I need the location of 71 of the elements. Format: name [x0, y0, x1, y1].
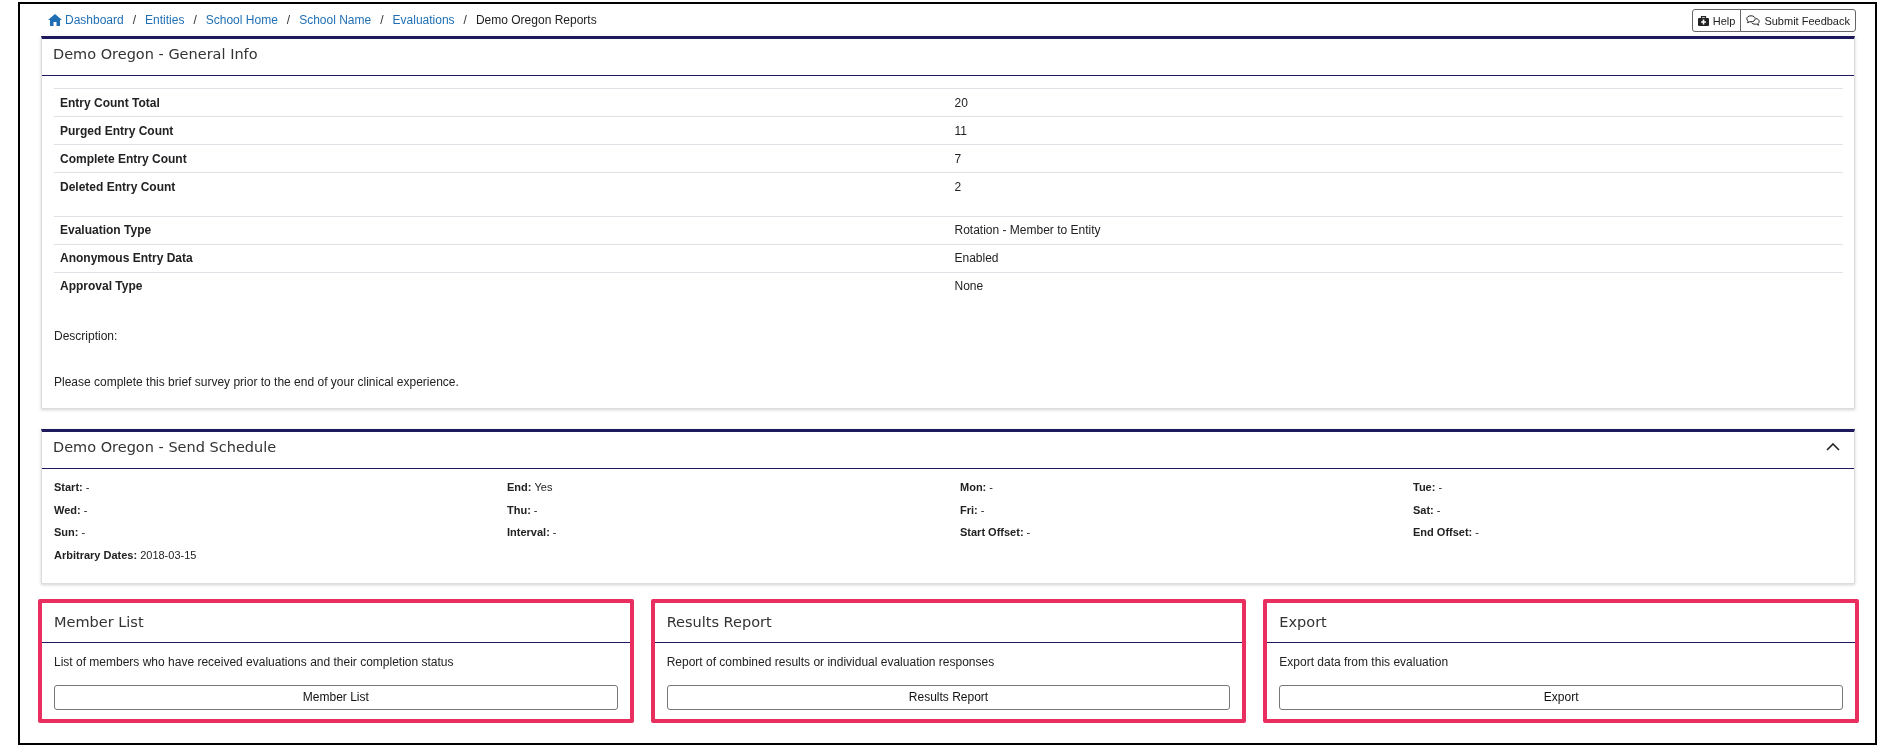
speech-bubbles-icon [1746, 15, 1761, 26]
field-label: Complete Entry Count [54, 144, 949, 173]
feedback-button[interactable]: Submit Feedback [1740, 9, 1856, 32]
field-value: 7 [948, 144, 1843, 173]
field-label: Purged Entry Count [54, 116, 949, 145]
field-value: Enabled [948, 244, 1843, 272]
breadcrumb-separator: / [462, 13, 468, 27]
chevron-up-icon [1826, 443, 1840, 451]
field-label: Approval Type [54, 272, 949, 300]
breadcrumb-separator: / [285, 13, 292, 27]
schedule-label: Start Offset: [960, 526, 1024, 538]
schedule-value: - [85, 481, 90, 493]
field-label: Anonymous Entry Data [54, 244, 949, 272]
schedule-label: Sat: [1413, 503, 1434, 516]
schedule-value: - [989, 481, 993, 493]
schedule-value: - [81, 526, 86, 538]
schedule-label: Start: [54, 481, 83, 493]
schedule-value: - [1475, 526, 1479, 538]
breadcrumb-link[interactable]: Evaluations [392, 13, 455, 27]
description-text: Please complete this brief survey prior to the end of your clinical experience. [54, 375, 460, 389]
schedule-label: Fri: [960, 503, 978, 516]
schedule-label: Thu: [507, 503, 531, 516]
card-title: Results Report [666, 612, 773, 631]
field-value: 2 [948, 172, 1843, 201]
breadcrumb-separator: / [379, 13, 385, 27]
schedule-label: Mon: [960, 481, 987, 493]
field-label: Deleted Entry Count [54, 172, 949, 201]
schedule-value: - [83, 503, 88, 516]
schedule-value: - [1438, 481, 1443, 493]
description-label: Description: [54, 329, 119, 343]
schedule-label: Sun: [54, 526, 79, 538]
action-button[interactable]: Export [1279, 684, 1843, 710]
schedule-label: Tue: [1413, 481, 1436, 493]
schedule-value: Yes [534, 481, 553, 493]
field-label: Entry Count Total [54, 88, 949, 117]
breadcrumb-current: Demo Oregon Reports [475, 13, 597, 27]
schedule-label: Arbitrary Dates: [54, 548, 138, 561]
medkit-icon [1697, 15, 1709, 26]
breadcrumb-link[interactable]: School Name [299, 13, 372, 27]
action-button[interactable]: Member List [54, 684, 618, 710]
breadcrumb-link[interactable]: School Home [205, 13, 278, 27]
card-description: Report of combined results or individual evaluation responses [666, 654, 996, 669]
schedule-value: - [980, 503, 985, 516]
action-button[interactable]: Results Report [666, 684, 1231, 710]
card-title: Member List [54, 612, 145, 631]
schedule-label: End: [507, 481, 532, 493]
schedule-label: End Offset: [1413, 526, 1473, 538]
field-value: Rotation - Member to Entity [948, 216, 1843, 244]
breadcrumb-link[interactable]: Entities [145, 13, 185, 27]
card-description: List of members who have received evaluations and their completion status [54, 654, 455, 669]
field-value: None [948, 272, 1843, 300]
field-value: 11 [948, 116, 1843, 145]
collapse-button[interactable] [1826, 443, 1840, 451]
home-icon [48, 14, 62, 26]
schedule-value: - [533, 503, 538, 516]
card-title: Export [1279, 612, 1328, 631]
schedule-value: - [552, 526, 557, 538]
schedule-label: Wed: [54, 503, 81, 516]
breadcrumb-separator: / [192, 13, 198, 27]
help-button[interactable]: Help [1691, 9, 1742, 32]
schedule-value: - [1436, 503, 1441, 516]
schedule-value: - [1026, 526, 1031, 538]
card-description: Export data from this evaluation [1279, 654, 1450, 669]
schedule-label: Interval: [507, 526, 550, 538]
card-title: Demo Oregon - Send Schedule [53, 438, 277, 456]
breadcrumb-separator: / [131, 13, 138, 27]
breadcrumb-link[interactable]: Dashboard [48, 13, 124, 27]
card-title: Demo Oregon - General Info [53, 45, 258, 63]
field-value: 20 [948, 88, 1843, 117]
schedule-value: 2018-03-15 [140, 548, 197, 561]
field-label: Evaluation Type [54, 216, 949, 244]
